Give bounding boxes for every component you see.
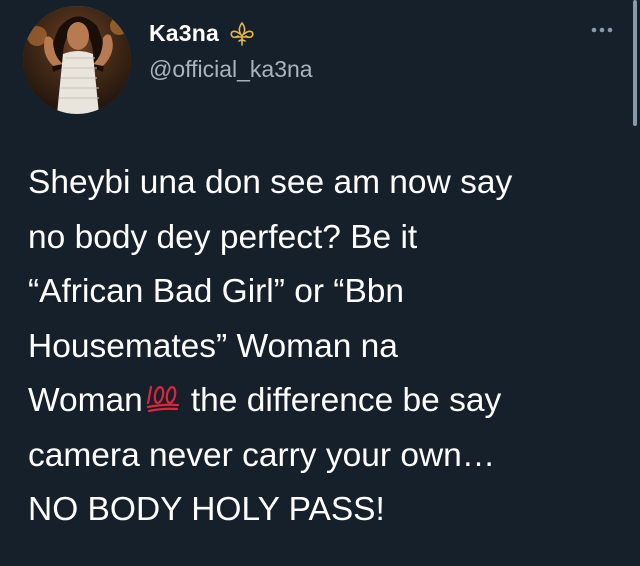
display-name[interactable]: Ka3na bbox=[149, 20, 219, 47]
tweet-line: camera never carry your own… bbox=[28, 436, 496, 474]
name-row: Ka3na bbox=[149, 20, 255, 47]
avatar[interactable] bbox=[23, 6, 131, 114]
tweet-line-start: Woman bbox=[28, 382, 143, 419]
scrollbar-thumb[interactable] bbox=[633, 0, 637, 126]
scrollbar[interactable] bbox=[630, 0, 640, 132]
tweet-text: Sheybi una don see am now say no body de… bbox=[28, 156, 624, 538]
hundred-points-emoji bbox=[145, 376, 181, 413]
tweet-line: Sheybi una don see am now say bbox=[28, 164, 513, 201]
tweet-line-end: the difference be say bbox=[190, 382, 502, 419]
tweet-card: Ka3na @official_ka3na Sheybi una don see… bbox=[0, 0, 640, 566]
tweet-line: Housemates” Woman na bbox=[28, 327, 398, 365]
avatar-photo bbox=[23, 6, 131, 114]
tweet-line-with-emoji: Woman the difference be say bbox=[28, 374, 624, 429]
fleur-de-lis-icon bbox=[229, 21, 255, 47]
more-options-icon[interactable] bbox=[587, 22, 617, 38]
tweet-line: NO BODY HOLY PASS! bbox=[28, 491, 385, 528]
tweet-line: no body dey perfect? Be it bbox=[28, 218, 418, 256]
tweet-line: “African Bad Girl” or “Bbn bbox=[28, 273, 405, 310]
user-handle[interactable]: @official_ka3na bbox=[149, 56, 313, 83]
